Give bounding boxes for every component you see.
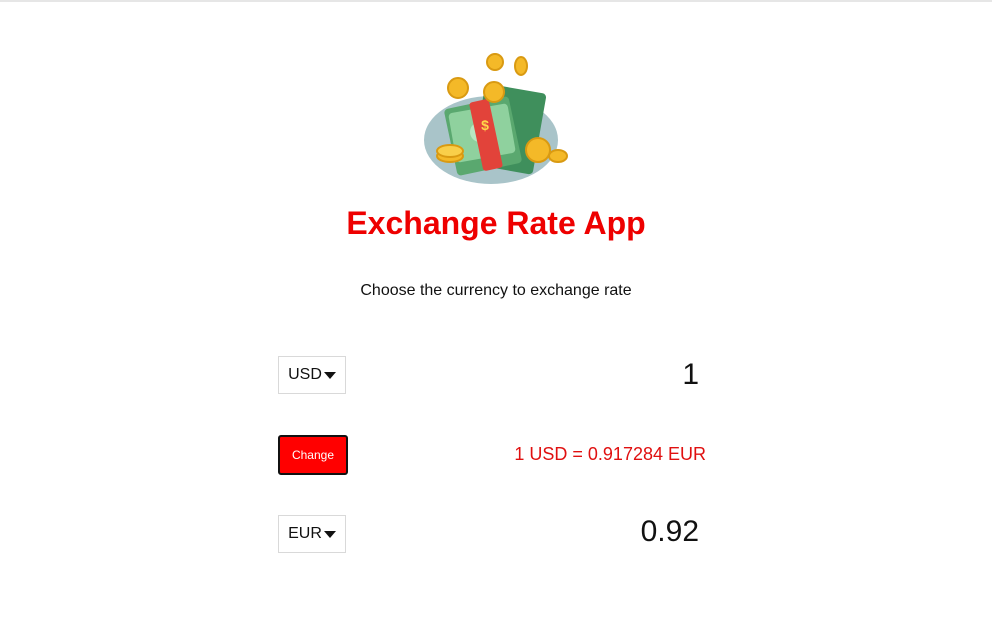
money-illustration-icon: $ <box>424 53 568 184</box>
svg-text:$: $ <box>481 117 489 133</box>
top-divider <box>0 0 992 2</box>
caret-down-icon <box>323 372 336 379</box>
to-currency-label: EUR <box>288 525 322 542</box>
from-amount-input[interactable]: 1 <box>682 358 699 392</box>
page: $ Exchange Rate App Choose the currency … <box>0 0 992 626</box>
exchange-rate-text: 1 USD = 0.917284 EUR <box>514 444 706 464</box>
from-currency-label: USD <box>288 366 322 383</box>
change-button[interactable]: Change <box>278 435 348 475</box>
caret-down-icon <box>323 531 336 538</box>
app-subtitle: Choose the currency to exchange rate <box>360 282 632 299</box>
from-currency-select[interactable]: USD <box>278 356 346 394</box>
app-title: Exchange Rate App <box>346 205 646 241</box>
to-currency-select[interactable]: EUR <box>278 515 346 553</box>
to-amount-output: 0.92 <box>640 515 699 548</box>
